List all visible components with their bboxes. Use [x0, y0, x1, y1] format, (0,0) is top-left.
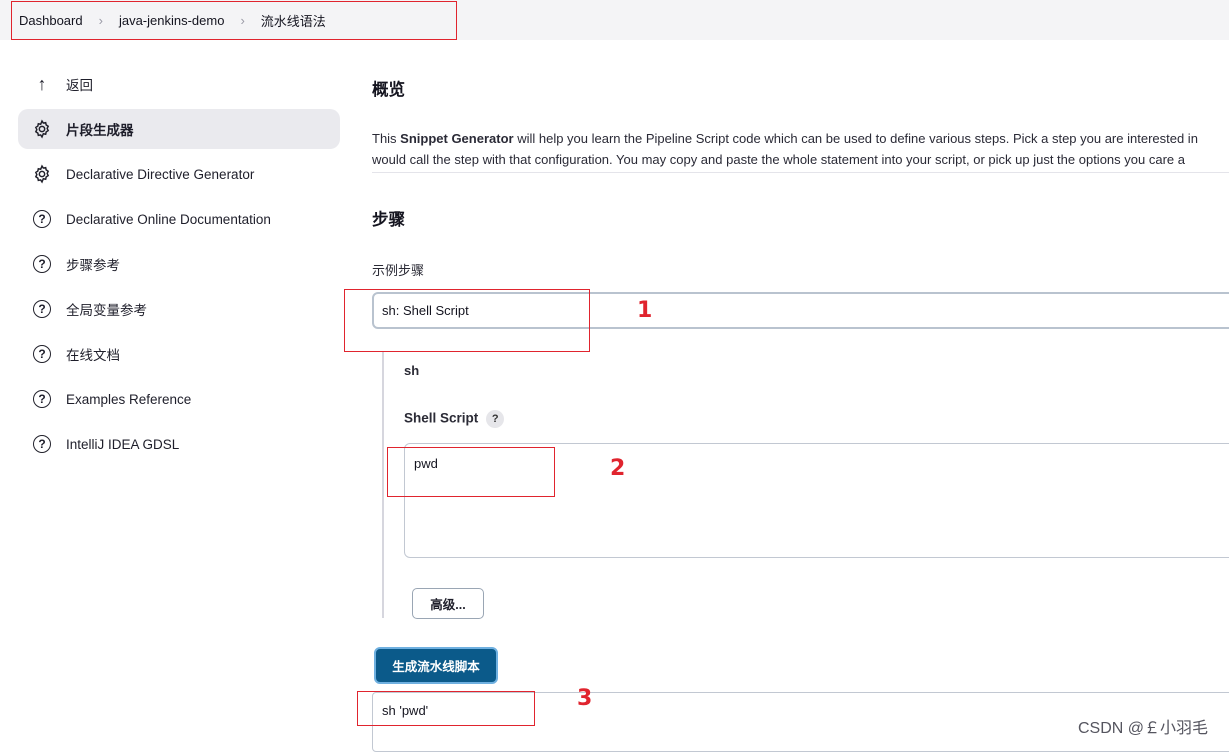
help-circle-icon: ? [32, 209, 52, 229]
help-icon[interactable]: ? [486, 410, 505, 428]
sidebar-item-label: 返回 [66, 78, 93, 93]
description-line2: would call the step with that configurat… [372, 152, 1185, 167]
sample-step-label: 示例步骤 [372, 263, 425, 278]
sidebar-item-online-docs[interactable]: ? 在线文档 [18, 334, 340, 374]
help-circle-icon: ? [32, 434, 52, 454]
sidebar-item-label: Declarative Directive Generator [66, 166, 255, 182]
overview-heading: 概览 [372, 81, 405, 99]
annotation-number-2: 2 [610, 456, 626, 481]
step-name: sh [404, 363, 420, 378]
generate-pipeline-script-button[interactable]: 生成流水线脚本 [374, 647, 498, 684]
sidebar-item-label: IntelliJ IDEA GDSL [66, 436, 180, 452]
steps-heading: 步骤 [372, 211, 405, 229]
sidebar-item-directive-generator[interactable]: Declarative Directive Generator [18, 154, 340, 194]
highlight-box-output [357, 691, 535, 726]
highlight-box-script [387, 447, 555, 497]
shell-script-label-text: Shell Script [404, 410, 479, 426]
sidebar-item-global-variables[interactable]: ? 全局变量参考 [18, 289, 340, 329]
help-circle-icon: ? [32, 344, 52, 364]
shell-script-label: Shell Script? [404, 410, 505, 428]
sidebar-item-label: 在线文档 [66, 348, 120, 363]
step-config-divider [382, 352, 384, 618]
highlight-box-breadcrumb [11, 1, 457, 40]
sidebar-item-label: Declarative Online Documentation [66, 211, 271, 227]
sidebar-item-examples-reference[interactable]: ? Examples Reference [18, 379, 340, 419]
sidebar-item-step-reference[interactable]: ? 步骤参考 [18, 244, 340, 284]
arrow-up-icon: ↑ [37, 74, 47, 94]
sidebar-item-back[interactable]: ↑ 返回 [18, 64, 340, 104]
sidebar-item-online-documentation[interactable]: ? Declarative Online Documentation [18, 199, 340, 239]
description-bold: Snippet Generator [400, 131, 514, 146]
annotation-number-1: 1 [637, 298, 653, 323]
snippet-generator-description: This Snippet Generator will help you lea… [372, 128, 1229, 173]
help-circle-icon: ? [32, 389, 52, 409]
sidebar-item-label: 步骤参考 [66, 258, 120, 273]
help-circle-icon: ? [32, 254, 52, 274]
gear-icon [32, 164, 52, 184]
annotation-number-3: 3 [577, 686, 593, 711]
help-circle-icon: ? [32, 299, 52, 319]
sidebar-item-label: 片段生成器 [66, 123, 134, 138]
sidebar-item-intellij-gdsl[interactable]: ? IntelliJ IDEA GDSL [18, 424, 340, 464]
description-line1: will help you learn the Pipeline Script … [513, 131, 1198, 146]
description-prefix: This [372, 131, 401, 146]
highlight-box-step [344, 289, 590, 352]
gear-icon [32, 119, 52, 139]
sidebar-item-label: 全局变量参考 [66, 303, 147, 318]
sidebar-item-label: Examples Reference [66, 391, 192, 407]
sidebar: ↑ 返回 片段生成器 Declarative Directive Generat… [18, 64, 340, 469]
advanced-button[interactable]: 高级... [412, 588, 484, 619]
sidebar-item-snippet-generator[interactable]: 片段生成器 [18, 109, 340, 149]
watermark: CSDN @￡小羽毛 [1078, 720, 1209, 737]
